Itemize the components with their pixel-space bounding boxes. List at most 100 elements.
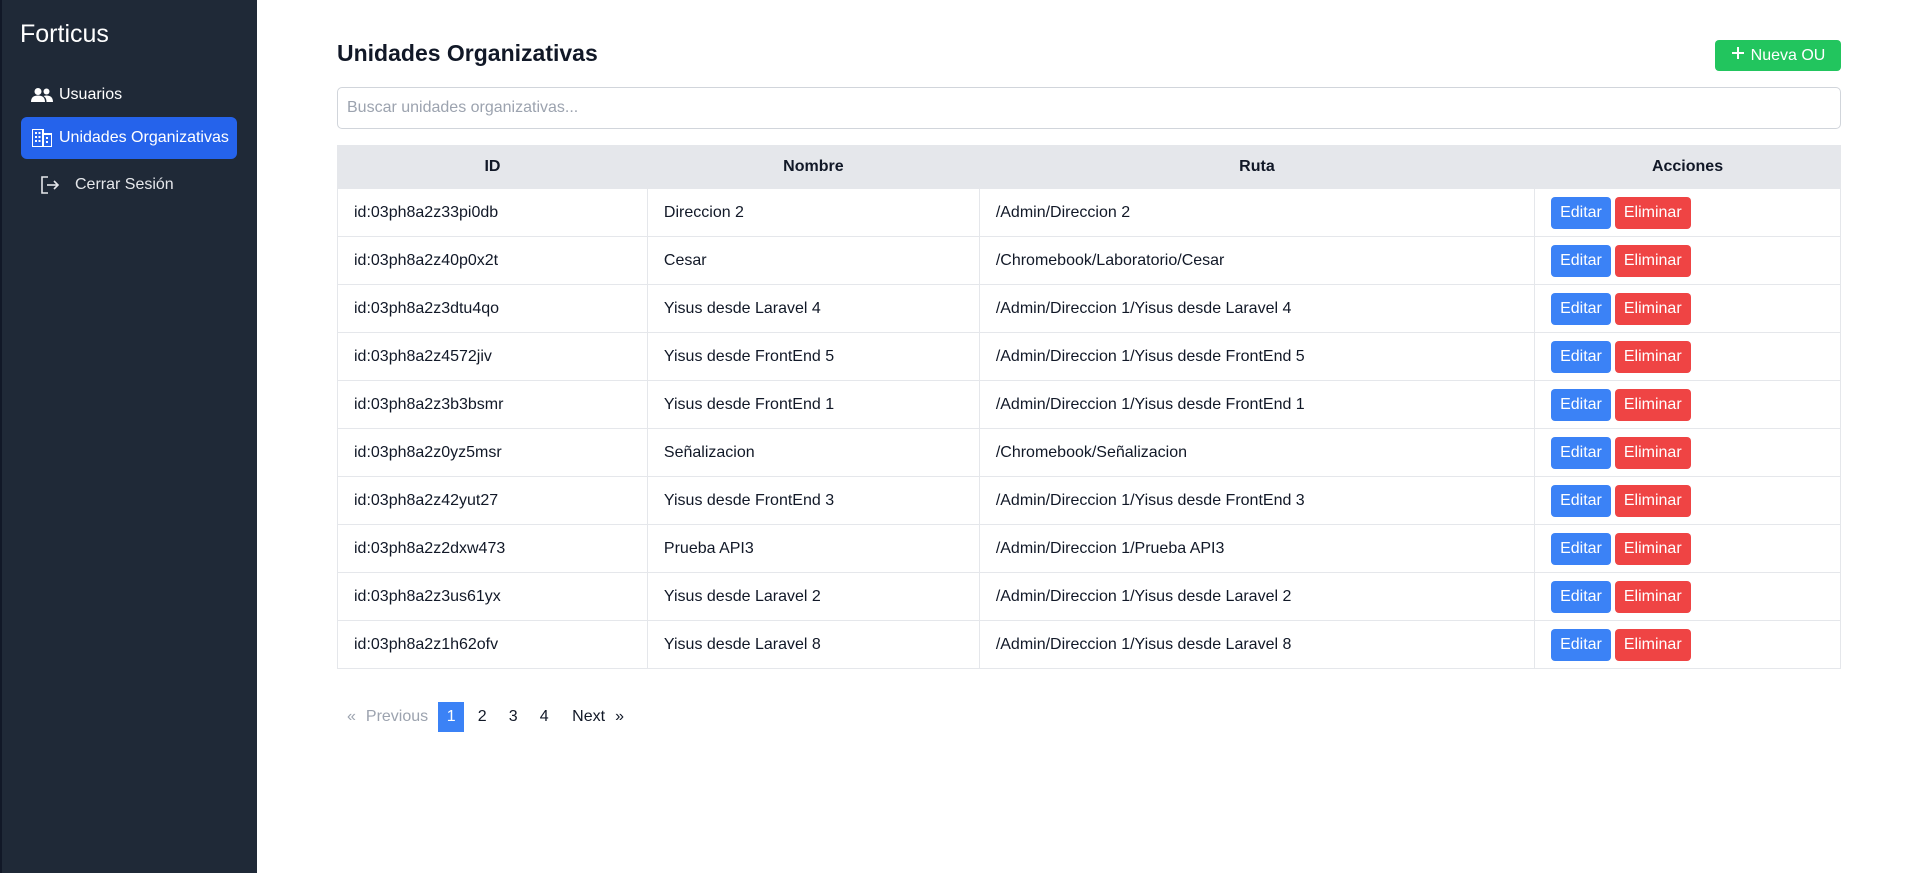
sidebar-item-usuarios[interactable]: Usuarios bbox=[21, 74, 237, 116]
cell-actions: Editar Eliminar bbox=[1534, 476, 1841, 525]
cell-id: id:03ph8a2z1h62ofv bbox=[337, 620, 648, 669]
sidebar-item-cerrar-sesion[interactable]: Cerrar Sesión bbox=[21, 164, 237, 206]
cell-name: Yisus desde Laravel 2 bbox=[646, 572, 980, 621]
cell-path: /Admin/Direccion 1/Yisus desde Laravel 4 bbox=[978, 284, 1536, 333]
table-header-row: ID Nombre Ruta Acciones bbox=[337, 145, 1841, 189]
delete-button[interactable]: Eliminar bbox=[1614, 196, 1691, 229]
pagination-page-1[interactable]: 1 bbox=[438, 702, 465, 732]
edit-button[interactable]: Editar bbox=[1551, 628, 1611, 661]
table-row: id:03ph8a2z1h62ofv Yisus desde Laravel 8… bbox=[337, 620, 1841, 669]
delete-button[interactable]: Eliminar bbox=[1614, 580, 1691, 613]
sidebar-item-unidades-organizativas[interactable]: Unidades Organizativas bbox=[21, 117, 237, 159]
cell-path: /Admin/Direccion 1/Yisus desde FrontEnd … bbox=[978, 476, 1536, 525]
cell-actions: Editar Eliminar bbox=[1534, 284, 1841, 333]
delete-button[interactable]: Eliminar bbox=[1614, 628, 1691, 661]
search-input[interactable] bbox=[337, 87, 1841, 129]
cell-name: Cesar bbox=[646, 236, 980, 285]
pagination-previous: Previous bbox=[365, 708, 429, 725]
cell-actions: Editar Eliminar bbox=[1534, 428, 1841, 477]
cell-name: Yisus desde FrontEnd 5 bbox=[646, 332, 980, 381]
cell-actions: Editar Eliminar bbox=[1534, 236, 1841, 285]
cell-path: /Admin/Direccion 1/Yisus desde FrontEnd … bbox=[978, 332, 1536, 381]
delete-button[interactable]: Eliminar bbox=[1614, 484, 1691, 517]
cell-id: id:03ph8a2z2dxw473 bbox=[337, 524, 648, 573]
pagination-next[interactable]: Next bbox=[572, 702, 605, 732]
pagination-next-arrow[interactable]: » bbox=[615, 702, 624, 732]
pagination-page-4[interactable]: 4 bbox=[531, 702, 557, 732]
delete-button[interactable]: Eliminar bbox=[1614, 340, 1691, 373]
cell-id: id:03ph8a2z0yz5msr bbox=[337, 428, 648, 477]
edit-button[interactable]: Editar bbox=[1551, 580, 1611, 613]
cell-id: id:03ph8a2z42yut27 bbox=[337, 476, 648, 525]
column-header-acciones: Acciones bbox=[1534, 145, 1841, 189]
cell-name: Prueba API3 bbox=[646, 524, 980, 573]
edit-button[interactable]: Editar bbox=[1551, 388, 1611, 421]
edit-button[interactable]: Editar bbox=[1551, 436, 1611, 469]
cell-id: id:03ph8a2z3dtu4qo bbox=[337, 284, 648, 333]
table-row: id:03ph8a2z2dxw473 Prueba API3 /Admin/Di… bbox=[337, 524, 1841, 573]
cell-id: id:03ph8a2z3us61yx bbox=[337, 572, 648, 621]
table-row: id:03ph8a2z40p0x2t Cesar /Chromebook/Lab… bbox=[337, 236, 1841, 285]
delete-button[interactable]: Eliminar bbox=[1614, 436, 1691, 469]
column-header-id: ID bbox=[337, 145, 648, 189]
sidebar-item-label: Unidades Organizativas bbox=[59, 129, 229, 146]
new-ou-button[interactable]: Nueva OU bbox=[1715, 40, 1841, 71]
logout-icon bbox=[39, 175, 61, 195]
table-row: id:03ph8a2z4572jiv Yisus desde FrontEnd … bbox=[337, 332, 1841, 381]
pagination: « Previous 1 2 3 4 Next » bbox=[337, 702, 624, 732]
edit-button[interactable]: Editar bbox=[1551, 484, 1611, 517]
table-row: id:03ph8a2z42yut27 Yisus desde FrontEnd … bbox=[337, 476, 1841, 525]
cell-path: /Admin/Direccion 1/Yisus desde Laravel 2 bbox=[978, 572, 1536, 621]
users-icon bbox=[31, 85, 53, 105]
pagination-page-2[interactable]: 2 bbox=[469, 702, 495, 732]
edit-button[interactable]: Editar bbox=[1551, 292, 1611, 325]
sidebar: Forticus Usuarios Unidades Organizativas… bbox=[0, 0, 257, 873]
plus-icon bbox=[1731, 46, 1745, 65]
page-title: Unidades Organizativas bbox=[337, 40, 598, 66]
edit-button[interactable]: Editar bbox=[1551, 532, 1611, 565]
column-header-ruta: Ruta bbox=[978, 145, 1536, 189]
cell-name: Yisus desde FrontEnd 3 bbox=[646, 476, 980, 525]
column-header-nombre: Nombre bbox=[646, 145, 980, 189]
cell-name: Yisus desde Laravel 8 bbox=[646, 620, 980, 669]
cell-path: /Admin/Direccion 1/Yisus desde Laravel 8 bbox=[978, 620, 1536, 669]
edit-button[interactable]: Editar bbox=[1551, 196, 1611, 229]
cell-id: id:03ph8a2z33pi0db bbox=[337, 188, 648, 237]
delete-button[interactable]: Eliminar bbox=[1614, 244, 1691, 277]
sidebar-item-label: Cerrar Sesión bbox=[75, 176, 174, 193]
table-row: id:03ph8a2z33pi0db Direccion 2 /Admin/Di… bbox=[337, 188, 1841, 237]
table-row: id:03ph8a2z3b3bsmr Yisus desde FrontEnd … bbox=[337, 380, 1841, 429]
sidebar-item-label: Usuarios bbox=[59, 86, 123, 103]
cell-actions: Editar Eliminar bbox=[1534, 620, 1841, 669]
cell-name: Direccion 2 bbox=[646, 188, 980, 237]
cell-id: id:03ph8a2z4572jiv bbox=[337, 332, 648, 381]
cell-actions: Editar Eliminar bbox=[1534, 332, 1841, 381]
pagination-prev-arrow: « bbox=[347, 708, 356, 725]
cell-name: Señalizacion bbox=[646, 428, 980, 477]
cell-actions: Editar Eliminar bbox=[1534, 188, 1841, 237]
pagination-page-3[interactable]: 3 bbox=[500, 702, 526, 732]
table-row: id:03ph8a2z3us61yx Yisus desde Laravel 2… bbox=[337, 572, 1841, 621]
cell-id: id:03ph8a2z40p0x2t bbox=[337, 236, 648, 285]
cell-name: Yisus desde Laravel 4 bbox=[646, 284, 980, 333]
delete-button[interactable]: Eliminar bbox=[1614, 292, 1691, 325]
cell-actions: Editar Eliminar bbox=[1534, 380, 1841, 429]
table-row: id:03ph8a2z3dtu4qo Yisus desde Laravel 4… bbox=[337, 284, 1841, 333]
cell-actions: Editar Eliminar bbox=[1534, 524, 1841, 573]
edit-button[interactable]: Editar bbox=[1551, 340, 1611, 373]
table-row: id:03ph8a2z0yz5msr Señalizacion /Chromeb… bbox=[337, 428, 1841, 477]
ou-table: ID Nombre Ruta Acciones id:03ph8a2z33pi0… bbox=[337, 145, 1841, 669]
brand-logo-text: Forticus bbox=[20, 20, 109, 48]
delete-button[interactable]: Eliminar bbox=[1614, 388, 1691, 421]
cell-id: id:03ph8a2z3b3bsmr bbox=[337, 380, 648, 429]
building-icon bbox=[31, 128, 53, 148]
cell-path: /Admin/Direccion 1/Prueba API3 bbox=[978, 524, 1536, 573]
edit-button[interactable]: Editar bbox=[1551, 244, 1611, 277]
delete-button[interactable]: Eliminar bbox=[1614, 532, 1691, 565]
new-ou-button-label: Nueva OU bbox=[1750, 46, 1826, 64]
cell-actions: Editar Eliminar bbox=[1534, 572, 1841, 621]
cell-path: /Admin/Direccion 2 bbox=[978, 188, 1536, 237]
cell-path: /Chromebook/Laboratorio/Cesar bbox=[978, 236, 1536, 285]
cell-path: /Chromebook/Señalizacion bbox=[978, 428, 1536, 477]
cell-path: /Admin/Direccion 1/Yisus desde FrontEnd … bbox=[978, 380, 1536, 429]
